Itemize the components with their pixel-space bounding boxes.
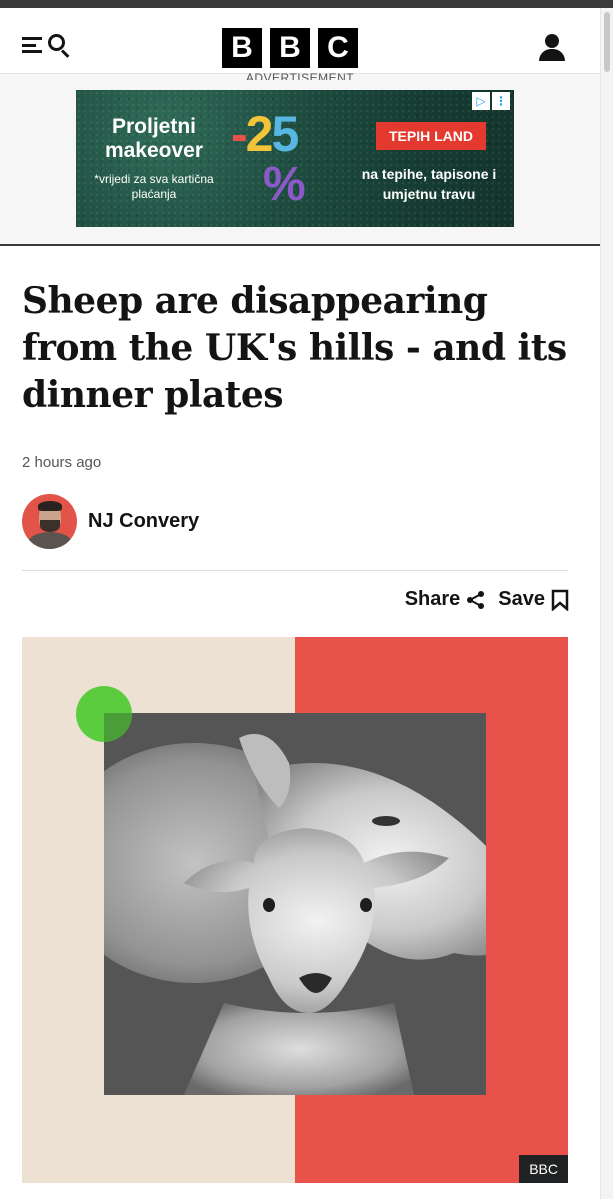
article-headline: Sheep are disappearing from the UK's hil… [22,280,567,416]
browser-top-bar [0,0,613,8]
image-credit: BBC [519,1155,568,1183]
scrollbar[interactable] [600,8,613,1199]
article-actions: Share Save [405,588,569,611]
author-name: NJ Convery [88,510,200,532]
ad-note: *vrijedi za sva kartična plaćanja [94,172,214,201]
sheep-illustration [54,713,536,1095]
ad-label: ADVERTISEMENT [245,71,355,80]
advertisement-region: ADVERTISEMENT ▷ ⋮ Proljetni makeover *vr… [0,71,600,246]
author-avatar [22,494,77,549]
menu-search-button[interactable] [22,30,80,60]
hero-green-dot [76,686,132,742]
discount-minus: - [231,106,248,162]
site-header: B B C [0,8,600,74]
article-timestamp: 2 hours ago [22,454,102,471]
logo-letter: C [318,28,358,68]
logo-letter: B [270,28,310,68]
ad-discount-percent: % [263,158,306,211]
ad-banner[interactable]: ▷ ⋮ Proljetni makeover *vrijedi za sva k… [76,90,514,227]
bbc-logo[interactable]: B B C [222,28,358,68]
search-icon [48,34,70,58]
hero-image: BBC [22,637,568,1183]
bookmark-icon [551,589,569,611]
share-button[interactable]: Share [405,588,487,611]
ad-brand: TEPIH LAND [376,122,486,150]
adchoices-icon[interactable]: ▷ [472,92,490,110]
share-icon [466,590,486,610]
account-icon[interactable] [538,34,566,62]
save-label: Save [498,588,545,610]
scrollbar-thumb[interactable] [604,12,610,72]
ad-choices[interactable]: ▷ ⋮ [472,92,510,110]
ad-tagline: na tepihe, tapisone i umjetnu travu [361,166,497,202]
discount-digit-two: 2 [245,106,274,162]
sheep-photo [54,713,536,1095]
divider [22,570,568,571]
ad-discount-graphic: -25 % [231,108,343,212]
menu-icon [22,35,42,55]
share-label: Share [404,588,461,610]
discount-digit-five: 5 [271,106,299,162]
author-byline[interactable]: NJ Convery [22,494,199,549]
ad-more-icon[interactable]: ⋮ [492,92,510,110]
save-button[interactable]: Save [498,588,569,611]
logo-letter: B [222,28,262,68]
ad-title: Proljetni makeover [104,115,204,162]
ad-left-copy: Proljetni makeover *vrijedi za sva karti… [84,115,224,202]
ad-discount-number: -25 [231,106,299,162]
